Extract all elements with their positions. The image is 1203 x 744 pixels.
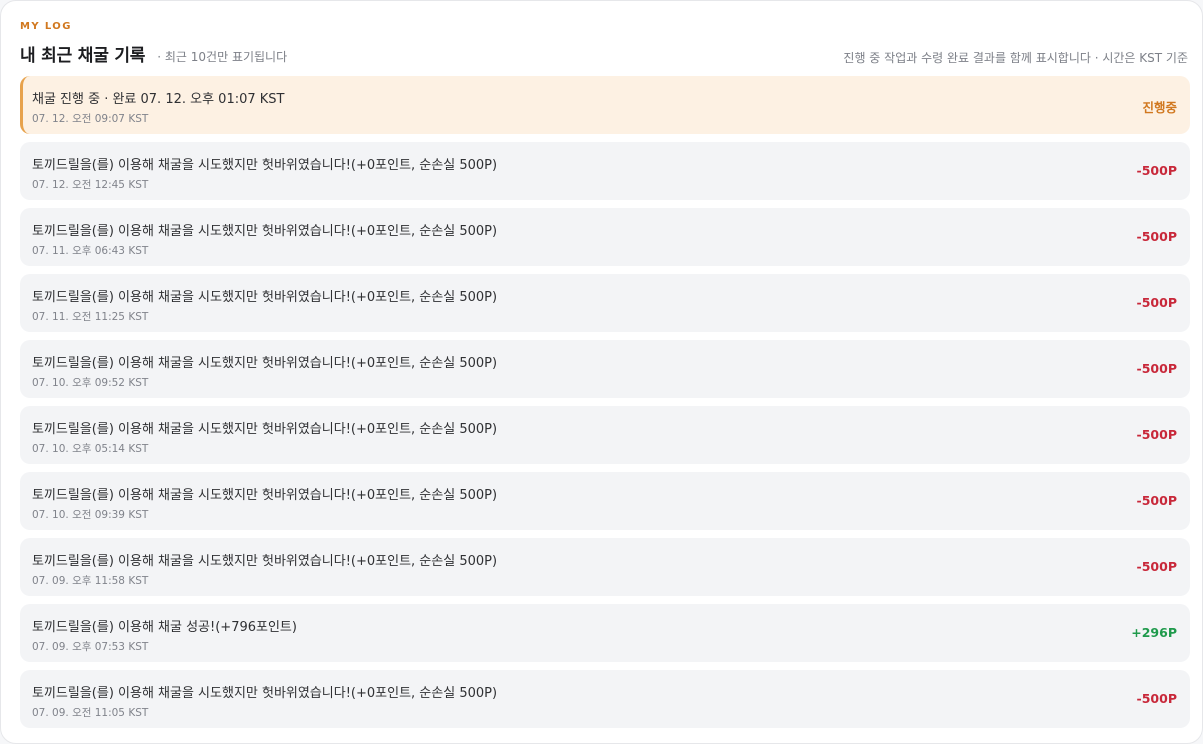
log-message: 토끼드릴을(를) 이용해 채굴 성공!(+796포인트) — [32, 620, 297, 635]
mining-log-panel: MY LOG 내 최근 채굴 기록 · 최근 10건만 표기됩니다 진행 중 작… — [0, 0, 1203, 744]
log-message: 토끼드릴을(를) 이용해 채굴을 시도했지만 헛바위였습니다!(+0포인트, 순… — [32, 686, 498, 701]
log-time: 07. 11. 오전 11:25 KST — [32, 311, 149, 323]
point-change: +296P — [1131, 625, 1177, 640]
log-message: 토끼드릴을(를) 이용해 채굴을 시도했지만 헛바위였습니다!(+0포인트, 순… — [32, 356, 498, 371]
log-time: 07. 10. 오후 05:14 KST — [32, 443, 149, 455]
point-change: -500P — [1136, 361, 1177, 376]
list-item: 채굴 진행 중 · 완료 07. 12. 오후 01:07 KST 07. 12… — [20, 76, 1190, 134]
log-message: 토끼드릴을(를) 이용해 채굴을 시도했지만 헛바위였습니다!(+0포인트, 순… — [32, 158, 498, 173]
list-item: 토끼드릴을(를) 이용해 채굴을 시도했지만 헛바위였습니다!(+0포인트, 순… — [20, 142, 1190, 200]
log-time: 07. 12. 오전 09:07 KST — [32, 113, 149, 125]
page-subtitle: · 최근 10건만 표기됩니다 — [157, 50, 288, 64]
log-message: 채굴 진행 중 · 완료 07. 12. 오후 01:07 KST — [32, 92, 285, 107]
list-item: 토끼드릴을(를) 이용해 채굴을 시도했지만 헛바위였습니다!(+0포인트, 순… — [20, 406, 1190, 464]
log-time: 07. 11. 오후 06:43 KST — [32, 245, 149, 257]
log-list: 채굴 진행 중 · 완료 07. 12. 오후 01:07 KST 07. 12… — [20, 76, 1190, 736]
log-time: 07. 09. 오후 11:58 KST — [32, 575, 149, 587]
point-change: -500P — [1136, 229, 1177, 244]
point-change: -500P — [1136, 163, 1177, 178]
point-change: -500P — [1136, 559, 1177, 574]
log-message: 토끼드릴을(를) 이용해 채굴을 시도했지만 헛바위였습니다!(+0포인트, 순… — [32, 422, 498, 437]
log-message: 토끼드릴을(를) 이용해 채굴을 시도했지만 헛바위였습니다!(+0포인트, 순… — [32, 554, 498, 569]
point-change: -500P — [1136, 691, 1177, 706]
log-message: 토끼드릴을(를) 이용해 채굴을 시도했지만 헛바위였습니다!(+0포인트, 순… — [32, 488, 498, 503]
log-message: 토끼드릴을(를) 이용해 채굴을 시도했지만 헛바위였습니다!(+0포인트, 순… — [32, 290, 498, 305]
timezone-note: 진행 중 작업과 수령 완료 결과를 함께 표시합니다 · 시간은 KST 기준 — [843, 51, 1188, 65]
point-change: -500P — [1136, 295, 1177, 310]
page-title: 내 최근 채굴 기록 — [20, 46, 146, 66]
list-item: 토끼드릴을(를) 이용해 채굴 성공!(+796포인트) 07. 09. 오후 … — [20, 604, 1190, 662]
point-change: -500P — [1136, 493, 1177, 508]
log-time: 07. 10. 오전 09:39 KST — [32, 509, 149, 521]
log-time: 07. 09. 오후 07:53 KST — [32, 641, 149, 653]
title-row: 내 최근 채굴 기록 · 최근 10건만 표기됩니다 — [20, 41, 287, 66]
list-item: 토끼드릴을(를) 이용해 채굴을 시도했지만 헛바위였습니다!(+0포인트, 순… — [20, 208, 1190, 266]
log-time: 07. 12. 오전 12:45 KST — [32, 179, 149, 191]
list-item: 토끼드릴을(를) 이용해 채굴을 시도했지만 헛바위였습니다!(+0포인트, 순… — [20, 670, 1190, 728]
list-item: 토끼드릴을(를) 이용해 채굴을 시도했지만 헛바위였습니다!(+0포인트, 순… — [20, 472, 1190, 530]
log-time: 07. 10. 오후 09:52 KST — [32, 377, 149, 389]
log-message: 토끼드릴을(를) 이용해 채굴을 시도했지만 헛바위였습니다!(+0포인트, 순… — [32, 224, 498, 239]
list-item: 토끼드릴을(를) 이용해 채굴을 시도했지만 헛바위였습니다!(+0포인트, 순… — [20, 538, 1190, 596]
section-eyebrow: MY LOG — [20, 21, 72, 32]
status-badge: 진행중 — [1142, 100, 1177, 115]
list-item: 토끼드릴을(를) 이용해 채굴을 시도했지만 헛바위였습니다!(+0포인트, 순… — [20, 274, 1190, 332]
point-change: -500P — [1136, 427, 1177, 442]
list-item: 토끼드릴을(를) 이용해 채굴을 시도했지만 헛바위였습니다!(+0포인트, 순… — [20, 340, 1190, 398]
log-time: 07. 09. 오전 11:05 KST — [32, 707, 149, 719]
